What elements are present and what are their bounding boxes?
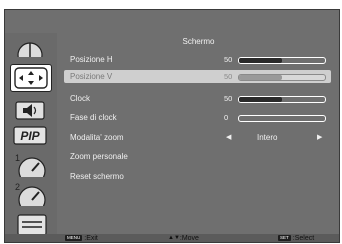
move-label: :Move: [179, 234, 199, 242]
picture-icon[interactable]: [10, 37, 50, 63]
menu-item-value: 50: [224, 55, 233, 64]
menu-item-modalita-zoom[interactable]: Modalita' zoom ◀ Intero ▶: [64, 131, 331, 144]
zoom-left-arrow-icon[interactable]: ◀: [226, 133, 231, 141]
audio-icon[interactable]: [10, 97, 50, 123]
menu-item-label: Posizione V: [70, 72, 113, 81]
set-key-badge: SET: [278, 235, 291, 241]
menu-item-label: Fase di clock: [70, 113, 117, 122]
clock-slider[interactable]: [238, 96, 326, 103]
svg-text:PIP: PIP: [20, 129, 40, 143]
posizione-v-slider[interactable]: [238, 74, 326, 81]
menu-item-label: Zoom personale: [70, 152, 128, 161]
menu-title: Schermo: [182, 37, 215, 46]
menu-item-label: Reset schermo: [70, 172, 124, 181]
zoom-right-arrow-icon[interactable]: ▶: [317, 133, 322, 141]
menu-key-badge: MENU: [65, 235, 83, 241]
configuration2-icon[interactable]: 2: [10, 180, 50, 206]
posizione-h-slider[interactable]: [238, 57, 326, 64]
menu-item-label: Clock: [70, 94, 91, 103]
menu-item-value: 50: [224, 72, 233, 81]
menu-item-label: Posizione H: [70, 55, 113, 64]
menu-item-clock[interactable]: Clock 50: [64, 92, 331, 105]
slider-fill: [239, 97, 282, 102]
select-label: :Select: [292, 234, 315, 242]
move-hint: ▲▼ :Move: [168, 234, 199, 242]
osd-menu: PIP 1 2 Schermo Posizione H 50 Posizione…: [4, 9, 340, 243]
configuration1-icon[interactable]: 1: [10, 151, 50, 177]
monitor-frame: PIP 1 2 Schermo Posizione H 50 Posizione…: [0, 0, 342, 244]
advanced-option-icon[interactable]: [10, 209, 50, 235]
osd-sidebar: PIP 1 2: [5, 33, 57, 235]
exit-label: :Exit: [84, 234, 98, 242]
menu-item-zoom-personale[interactable]: Zoom personale: [64, 150, 331, 163]
osd-footer: MENU :Exit ▲▼ :Move SET :Select: [5, 234, 339, 242]
up-down-arrow-icon: ▲▼: [168, 235, 180, 241]
fase-di-clock-slider[interactable]: [238, 115, 326, 122]
osd-main-panel: Schermo Posizione H 50 Posizione V 50 Cl…: [58, 33, 339, 234]
zoom-mode-value: Intero: [257, 133, 278, 142]
menu-item-value: 50: [224, 94, 233, 103]
slider-fill: [239, 58, 282, 63]
select-hint: SET :Select: [278, 234, 314, 242]
svg-text:2: 2: [15, 182, 20, 192]
menu-item-value: 0: [224, 113, 229, 122]
exit-hint: MENU :Exit: [65, 234, 98, 242]
pip-icon[interactable]: PIP: [10, 123, 50, 149]
menu-item-reset-schermo[interactable]: Reset schermo: [64, 170, 331, 183]
slider-fill: [239, 75, 282, 80]
svg-text:1: 1: [15, 153, 20, 163]
menu-item-fase-di-clock[interactable]: Fase di clock 0: [64, 111, 331, 124]
screen-position-icon[interactable]: [10, 64, 52, 92]
menu-item-posizione-v[interactable]: Posizione V 50: [64, 70, 331, 83]
menu-item-label: Modalita' zoom: [70, 133, 124, 142]
menu-item-posizione-h[interactable]: Posizione H 50: [64, 53, 331, 66]
